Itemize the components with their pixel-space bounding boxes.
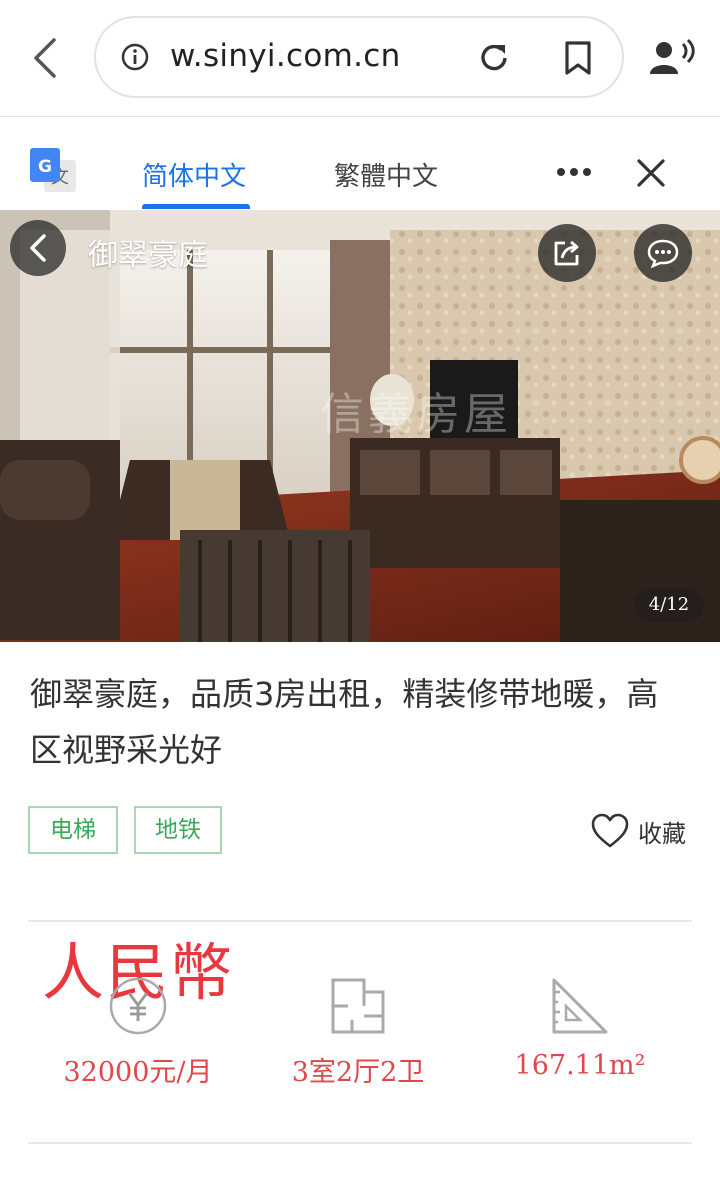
info-icon[interactable]: [120, 42, 150, 72]
floorplan-icon: [331, 978, 385, 1034]
tag-subway: 地铁: [134, 806, 222, 854]
url-text[interactable]: w.sinyi.com.cn: [170, 38, 401, 74]
price-value: 32000元/月: [63, 1057, 213, 1088]
chevron-left-icon: [30, 234, 46, 262]
google-translate-logo[interactable]: 文 G: [30, 148, 78, 194]
stat-area: 167.11m²: [470, 976, 690, 1081]
chat-button[interactable]: [634, 224, 692, 282]
bottom-strip: [0, 1144, 720, 1190]
yuan-icon: [109, 977, 167, 1035]
photo-counter: 4/12: [634, 588, 704, 622]
listing-title: 御翠豪庭，品质3房出租，精装修带地暖，高区视野采光好: [30, 675, 659, 769]
layout-value: 3室2厅2卫: [291, 1057, 425, 1088]
address-bar[interactable]: w.sinyi.com.cn: [94, 16, 624, 98]
bookmark-icon[interactable]: [562, 40, 594, 76]
photo-title: 御翠豪庭: [88, 238, 208, 273]
tab-traditional-chinese[interactable]: 繁體中文: [334, 156, 438, 193]
chat-icon: [647, 239, 679, 269]
heart-icon: [591, 813, 629, 848]
favorite-button[interactable]: 收藏: [590, 810, 700, 854]
share-button[interactable]: [538, 224, 596, 282]
photo-back-button[interactable]: [10, 220, 66, 276]
area-value: 167.11m²: [514, 1050, 646, 1081]
reload-icon[interactable]: [476, 40, 512, 76]
tab-simplified-chinese[interactable]: 简体中文: [142, 156, 246, 193]
chevron-left-icon: [34, 38, 56, 78]
stat-layout: 3室2厅2卫: [248, 976, 468, 1089]
ruler-icon: [552, 978, 608, 1034]
listing-photo[interactable]: 信義房屋 御翠豪庭 4/12: [0, 210, 720, 642]
more-icon[interactable]: [556, 166, 592, 178]
close-icon[interactable]: [636, 158, 666, 188]
browser-back-button[interactable]: [26, 36, 66, 80]
tag-elevator: 电梯: [28, 806, 118, 854]
translate-bar: 文 G 简体中文 繁體中文: [0, 118, 720, 210]
voice-icon[interactable]: [650, 38, 696, 78]
favorite-label: 收藏: [638, 820, 686, 848]
browser-toolbar: w.sinyi.com.cn: [0, 0, 720, 117]
stat-price: 32000元/月: [28, 976, 248, 1089]
photo-watermark: 信義房屋: [320, 389, 512, 440]
share-icon: [554, 240, 579, 266]
active-tab-indicator: [142, 204, 250, 209]
logo-letter: G: [38, 157, 52, 177]
